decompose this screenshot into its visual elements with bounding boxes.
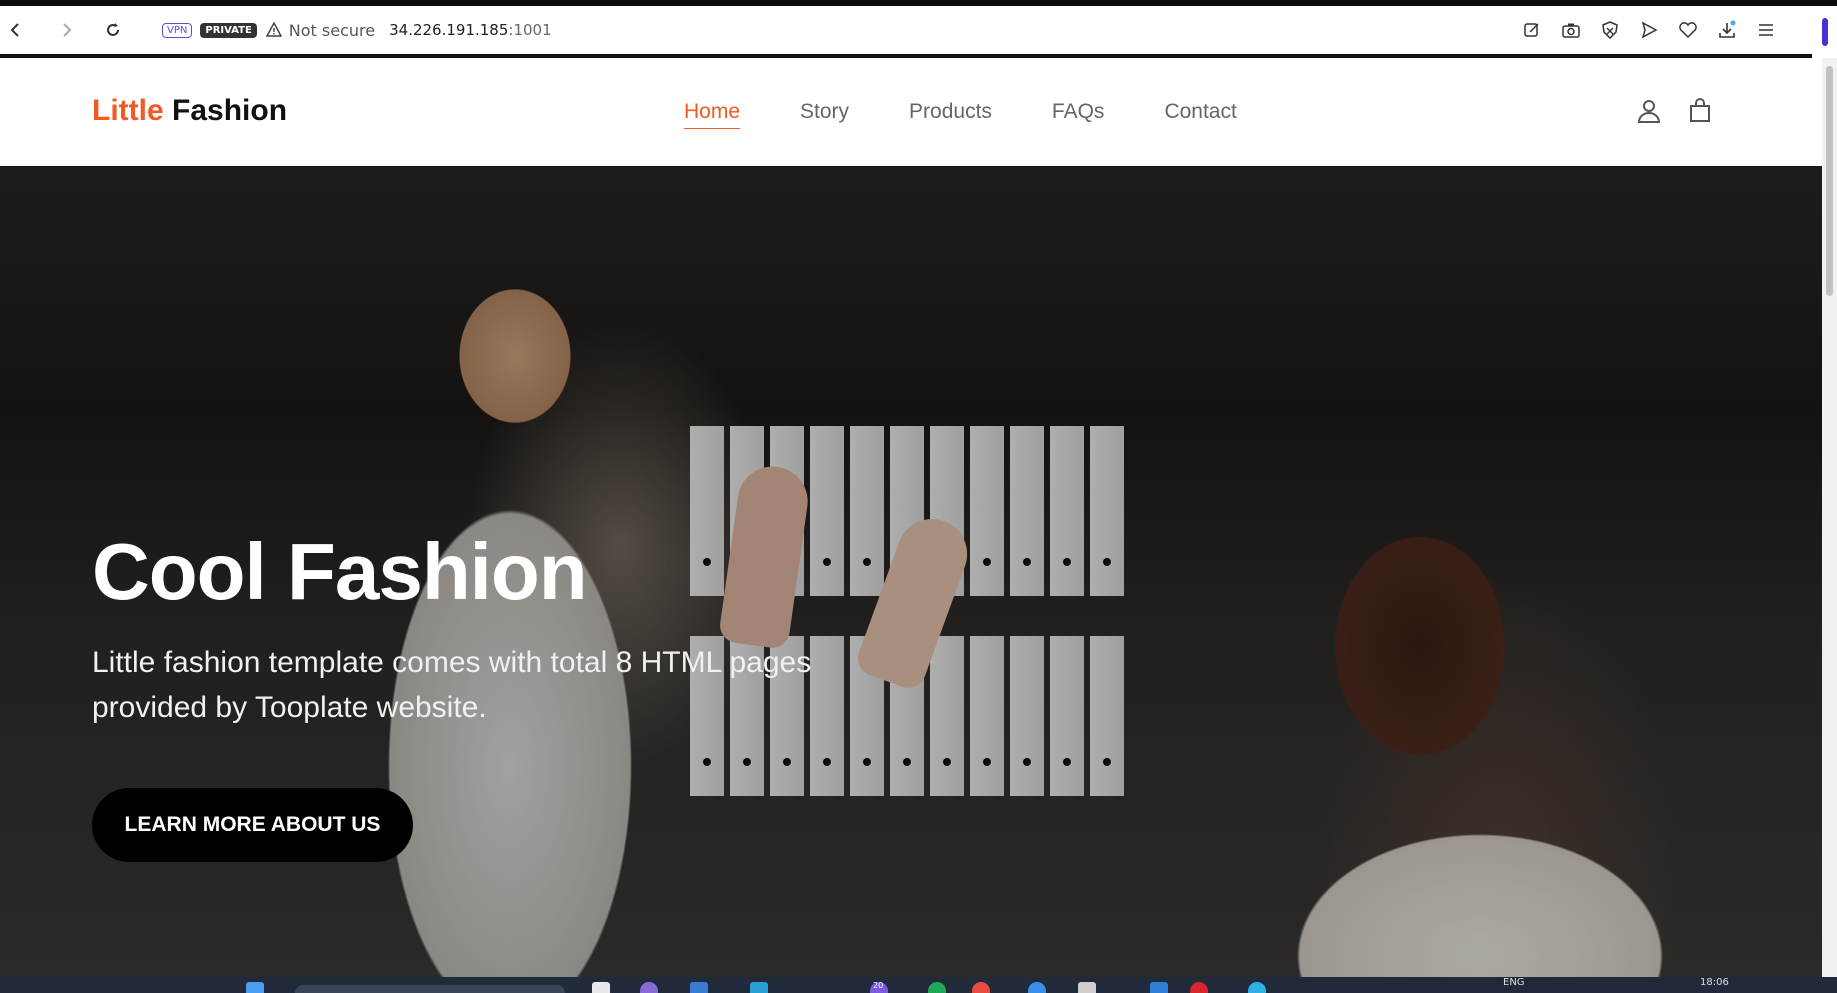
hero-title: Cool Fashion bbox=[92, 527, 588, 616]
heart-icon[interactable] bbox=[1676, 18, 1700, 42]
taskbar-app-icon[interactable] bbox=[1028, 982, 1046, 993]
sidebar-toggle[interactable] bbox=[1812, 6, 1837, 58]
url-port: :1001 bbox=[508, 21, 552, 39]
nav-products[interactable]: Products bbox=[909, 100, 992, 129]
hero-section: Cool Fashion Little fashion template com… bbox=[0, 166, 1822, 977]
nav-contact[interactable]: Contact bbox=[1164, 100, 1236, 129]
back-arrow-icon[interactable] bbox=[0, 15, 30, 45]
site-logo[interactable]: Little Fashion bbox=[92, 94, 287, 128]
user-icon[interactable] bbox=[1636, 98, 1662, 129]
nav-story[interactable]: Story bbox=[800, 100, 849, 129]
hero-subtitle: Little fashion template comes with total… bbox=[92, 646, 812, 724]
scrollbar-thumb[interactable] bbox=[1826, 66, 1833, 296]
nav-faqs[interactable]: FAQs bbox=[1052, 100, 1105, 129]
taskbar-search[interactable] bbox=[295, 985, 565, 993]
browser-action-icons bbox=[1520, 6, 1778, 54]
menu-icon[interactable] bbox=[1754, 18, 1778, 42]
taskbar-app-icon[interactable] bbox=[1248, 982, 1266, 993]
taskbar-app-icon[interactable] bbox=[1190, 982, 1208, 993]
camera-icon[interactable] bbox=[1559, 18, 1583, 42]
taskbar-app-icon[interactable] bbox=[750, 982, 768, 993]
vpn-badge[interactable]: VPN bbox=[162, 22, 193, 38]
taskbar-app-icon[interactable] bbox=[1078, 982, 1096, 993]
keyboard-language[interactable]: ENG bbox=[1503, 977, 1525, 988]
sidebar-indicator bbox=[1821, 18, 1828, 46]
os-taskbar: 20 ENG 18:06 bbox=[0, 977, 1837, 993]
page-scrollbar[interactable] bbox=[1822, 58, 1837, 977]
logo-text: Fashion bbox=[172, 94, 288, 127]
shield-icon[interactable] bbox=[1598, 18, 1622, 42]
taskbar-app-icon[interactable]: 20 bbox=[870, 981, 888, 993]
notification-count: 20 bbox=[873, 981, 884, 990]
site-navbar: Little Fashion Home Story Products FAQs … bbox=[0, 58, 1822, 166]
taskbar-app-icon[interactable] bbox=[928, 982, 946, 993]
address-bar[interactable]: 34.226.191.185:1001 bbox=[389, 21, 552, 39]
private-badge: PRIVATE bbox=[200, 22, 257, 38]
taskbar-app-icon[interactable] bbox=[1150, 982, 1168, 993]
system-clock[interactable]: 18:06 bbox=[1700, 977, 1729, 988]
bag-icon[interactable] bbox=[1688, 98, 1712, 129]
start-icon[interactable] bbox=[246, 982, 264, 993]
taskbar-app-icon[interactable] bbox=[690, 982, 708, 993]
forward-arrow-icon[interactable] bbox=[52, 15, 82, 45]
send-icon[interactable] bbox=[1637, 18, 1661, 42]
taskbar-app-icon[interactable] bbox=[640, 982, 658, 993]
logo-accent-text: Little bbox=[92, 94, 164, 127]
taskbar-app-icon[interactable] bbox=[592, 982, 610, 993]
main-menu: Home Story Products FAQs Contact bbox=[684, 100, 1297, 129]
taskbar-app-icon[interactable] bbox=[972, 982, 990, 993]
edit-icon[interactable] bbox=[1520, 18, 1544, 42]
reload-icon[interactable] bbox=[98, 15, 128, 45]
browser-toolbar: VPN PRIVATE Not secure 34.226.191.185:10… bbox=[0, 6, 1812, 58]
security-status[interactable]: Not secure bbox=[289, 21, 375, 40]
url-host: 34.226.191.185 bbox=[389, 21, 509, 39]
download-icon[interactable] bbox=[1715, 18, 1739, 42]
nav-home[interactable]: Home bbox=[684, 100, 741, 129]
learn-more-button[interactable]: LEARN MORE ABOUT US bbox=[92, 788, 413, 862]
warning-icon[interactable] bbox=[265, 21, 283, 39]
